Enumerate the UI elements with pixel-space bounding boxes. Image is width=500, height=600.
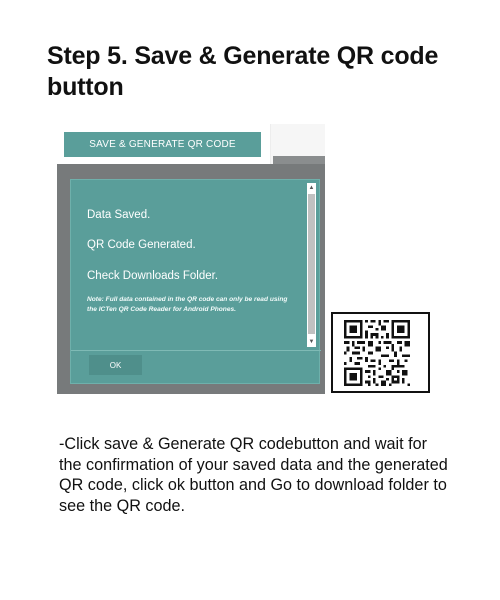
- data-saved-message: Data Saved.: [87, 209, 151, 221]
- check-downloads-message: Check Downloads Folder.: [87, 270, 219, 282]
- scroll-down-arrow-icon[interactable]: ▼: [308, 339, 315, 345]
- background-panel: [271, 124, 325, 164]
- dialog-body: Data Saved. QR Code Generated. Check Dow…: [87, 208, 292, 314]
- ok-button[interactable]: OK: [89, 355, 142, 375]
- scroll-up-arrow-icon[interactable]: ▲: [308, 185, 315, 191]
- confirmation-dialog: Data Saved. QR Code Generated. Check Dow…: [70, 179, 321, 384]
- dialog-note: Note: Full data contained in the QR code…: [87, 296, 288, 313]
- qr-code-image: [331, 312, 430, 393]
- step-title: Step 5. Save & Generate QR code button: [47, 42, 439, 101]
- qr-code-icon: [344, 320, 410, 386]
- qr-generated-message: QR Code Generated.: [87, 239, 196, 251]
- scrollbar-thumb[interactable]: [308, 194, 315, 334]
- app-screenshot: SAVE & GENERATE QR CODE Data Saved. QR C…: [57, 124, 325, 394]
- instructions-text: -Click save & Generate QR codebutton and…: [59, 435, 448, 515]
- save-generate-qr-button[interactable]: SAVE & GENERATE QR CODE: [64, 132, 261, 157]
- toolbar-area: SAVE & GENERATE QR CODE: [57, 124, 271, 164]
- dialog-divider: [71, 350, 321, 351]
- dialog-scrollbar[interactable]: ▲ ▼: [307, 183, 316, 347]
